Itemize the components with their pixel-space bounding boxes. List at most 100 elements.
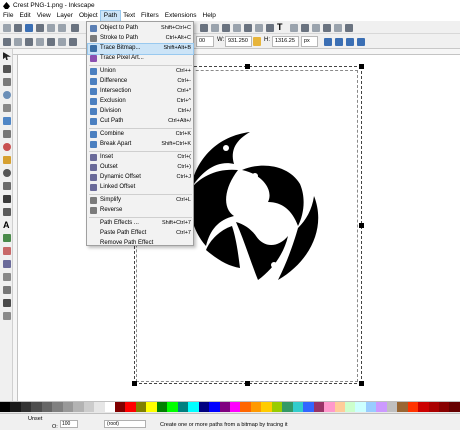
menu-help[interactable]: Help bbox=[200, 11, 219, 21]
move-gradients-icon[interactable] bbox=[346, 38, 354, 46]
menu-item-break-apart[interactable]: Break Apart Shift+Ctrl+K bbox=[88, 140, 193, 150]
palette-swatch[interactable] bbox=[261, 402, 272, 412]
palette-swatch[interactable] bbox=[177, 402, 189, 412]
palette-swatch[interactable] bbox=[334, 402, 345, 412]
menu-item-combine[interactable]: Combine Ctrl+K bbox=[88, 130, 193, 140]
open-icon[interactable] bbox=[14, 24, 22, 32]
layers-icon[interactable] bbox=[323, 24, 331, 32]
menu-item-difference[interactable]: Difference Ctrl+- bbox=[88, 77, 193, 87]
save-icon[interactable] bbox=[25, 24, 33, 32]
palette-swatch[interactable] bbox=[313, 402, 325, 412]
clone-icon[interactable] bbox=[244, 24, 252, 32]
menu-item-trace-bitmap[interactable]: Trace Bitmap... Shift+Alt+B bbox=[87, 43, 194, 55]
scale-handle-bottom-right[interactable] bbox=[359, 381, 364, 386]
import-icon[interactable] bbox=[47, 24, 55, 32]
export-icon[interactable] bbox=[58, 24, 66, 32]
document-properties-icon[interactable] bbox=[345, 24, 353, 32]
palette-swatch[interactable] bbox=[397, 402, 408, 412]
palette-swatch[interactable] bbox=[365, 402, 377, 412]
palette-swatch[interactable] bbox=[344, 402, 356, 412]
menu-text[interactable]: Text bbox=[120, 11, 138, 21]
menu-item-object-to-path[interactable]: Object to Path Shift+Ctrl+C bbox=[88, 24, 193, 34]
scale-handle-bottom-left[interactable] bbox=[132, 381, 137, 386]
palette-swatch[interactable] bbox=[449, 402, 460, 412]
spiral-tool-icon[interactable] bbox=[3, 169, 11, 177]
menu-item-simplify[interactable]: Simplify Ctrl+L bbox=[88, 196, 193, 206]
palette-swatch[interactable] bbox=[292, 402, 304, 412]
undo-icon[interactable] bbox=[71, 24, 79, 32]
preferences-icon[interactable] bbox=[334, 24, 342, 32]
flip-horizontal-icon[interactable] bbox=[58, 38, 66, 46]
flip-vertical-icon[interactable] bbox=[69, 38, 77, 46]
menu-item-union[interactable]: Union Ctrl++ bbox=[88, 67, 193, 77]
mesh-tool-icon[interactable] bbox=[3, 286, 11, 294]
palette-swatch[interactable] bbox=[10, 402, 21, 412]
opacity-field[interactable]: 100 bbox=[60, 420, 78, 428]
palette-swatch[interactable] bbox=[135, 402, 147, 412]
duplicate-icon[interactable] bbox=[233, 24, 241, 32]
menu-item-paste-path-effect[interactable]: Paste Path Effect Ctrl+7 bbox=[88, 229, 193, 239]
width-field[interactable]: 931.250 bbox=[225, 36, 252, 47]
menu-edit[interactable]: Edit bbox=[16, 11, 33, 21]
menu-item-stroke-to-path[interactable]: Stroke to Path Ctrl+Alt+C bbox=[88, 34, 193, 44]
palette-swatch[interactable] bbox=[198, 402, 210, 412]
palette-swatch[interactable] bbox=[125, 402, 136, 412]
menu-item-cut-path[interactable]: Cut Path Ctrl+Alt+/ bbox=[88, 117, 193, 127]
x-position-field[interactable]: 00 bbox=[196, 36, 214, 47]
pencil-tool-icon[interactable] bbox=[3, 182, 11, 190]
menu-path[interactable]: Path bbox=[99, 10, 122, 22]
tweak-tool-icon[interactable] bbox=[3, 78, 11, 86]
palette-swatch[interactable] bbox=[324, 402, 335, 412]
pen-tool-icon[interactable] bbox=[3, 195, 11, 203]
menu-item-dynamic-offset[interactable]: Dynamic Offset Ctrl+J bbox=[88, 173, 193, 183]
menu-item-remove-path-effect[interactable]: Remove Path Effect bbox=[88, 239, 193, 249]
palette-swatch[interactable] bbox=[386, 402, 398, 412]
move-patterns-icon[interactable] bbox=[357, 38, 365, 46]
group-icon[interactable] bbox=[266, 24, 274, 32]
gradient-tool-icon[interactable] bbox=[3, 273, 11, 281]
menu-object[interactable]: Object bbox=[76, 11, 101, 21]
ellipse-tool-icon[interactable] bbox=[3, 143, 11, 151]
palette-swatch[interactable] bbox=[73, 402, 84, 412]
zoom-tool-icon[interactable] bbox=[3, 91, 11, 99]
3d-box-tool-icon[interactable] bbox=[3, 130, 11, 138]
print-icon[interactable] bbox=[36, 24, 44, 32]
palette-swatch[interactable] bbox=[83, 402, 95, 412]
menu-item-trace-pixel-art[interactable]: Trace Pixel Art... bbox=[88, 54, 193, 64]
star-tool-icon[interactable] bbox=[3, 156, 11, 164]
menu-item-outset[interactable]: Outset Ctrl+) bbox=[88, 163, 193, 173]
palette-swatch[interactable] bbox=[20, 402, 32, 412]
new-document-icon[interactable] bbox=[3, 24, 11, 32]
palette-swatch[interactable] bbox=[219, 402, 230, 412]
palette-swatch[interactable] bbox=[104, 402, 115, 412]
connector-tool-icon[interactable] bbox=[3, 312, 11, 320]
selector-tool-icon[interactable] bbox=[3, 52, 11, 60]
palette-swatch[interactable] bbox=[188, 402, 199, 412]
menu-item-path-effects[interactable]: Path Effects ... Shift+Ctrl+7 bbox=[88, 219, 193, 229]
text-tool-icon[interactable]: T bbox=[277, 23, 285, 32]
menu-item-exclusion[interactable]: Exclusion Ctrl+^ bbox=[88, 97, 193, 107]
palette-swatch[interactable] bbox=[250, 402, 262, 412]
spray-tool-icon[interactable] bbox=[3, 234, 11, 242]
scale-stroke-icon[interactable] bbox=[324, 38, 332, 46]
xml-editor-icon[interactable] bbox=[312, 24, 320, 32]
dropper-tool-icon[interactable] bbox=[3, 299, 11, 307]
palette-swatch[interactable] bbox=[355, 402, 366, 412]
scale-handle-right[interactable] bbox=[359, 223, 364, 228]
calligraphy-tool-icon[interactable] bbox=[3, 208, 11, 216]
crest-artwork[interactable] bbox=[188, 130, 323, 282]
paint-bucket-tool-icon[interactable] bbox=[3, 260, 11, 268]
palette-swatch[interactable] bbox=[209, 402, 220, 412]
palette-swatch[interactable] bbox=[31, 402, 42, 412]
scale-handle-top-right[interactable] bbox=[359, 64, 364, 69]
layer-select[interactable]: (root) bbox=[104, 420, 146, 428]
menu-file[interactable]: File bbox=[0, 11, 16, 21]
palette-swatch[interactable] bbox=[62, 402, 74, 412]
measure-tool-icon[interactable] bbox=[3, 104, 11, 112]
select-all-icon[interactable] bbox=[3, 38, 11, 46]
palette-swatch[interactable] bbox=[407, 402, 419, 412]
rotate-cw-icon[interactable] bbox=[47, 38, 55, 46]
palette-swatch[interactable] bbox=[240, 402, 251, 412]
unit-select[interactable]: px bbox=[301, 36, 318, 47]
select-all-layers-icon[interactable] bbox=[14, 38, 22, 46]
